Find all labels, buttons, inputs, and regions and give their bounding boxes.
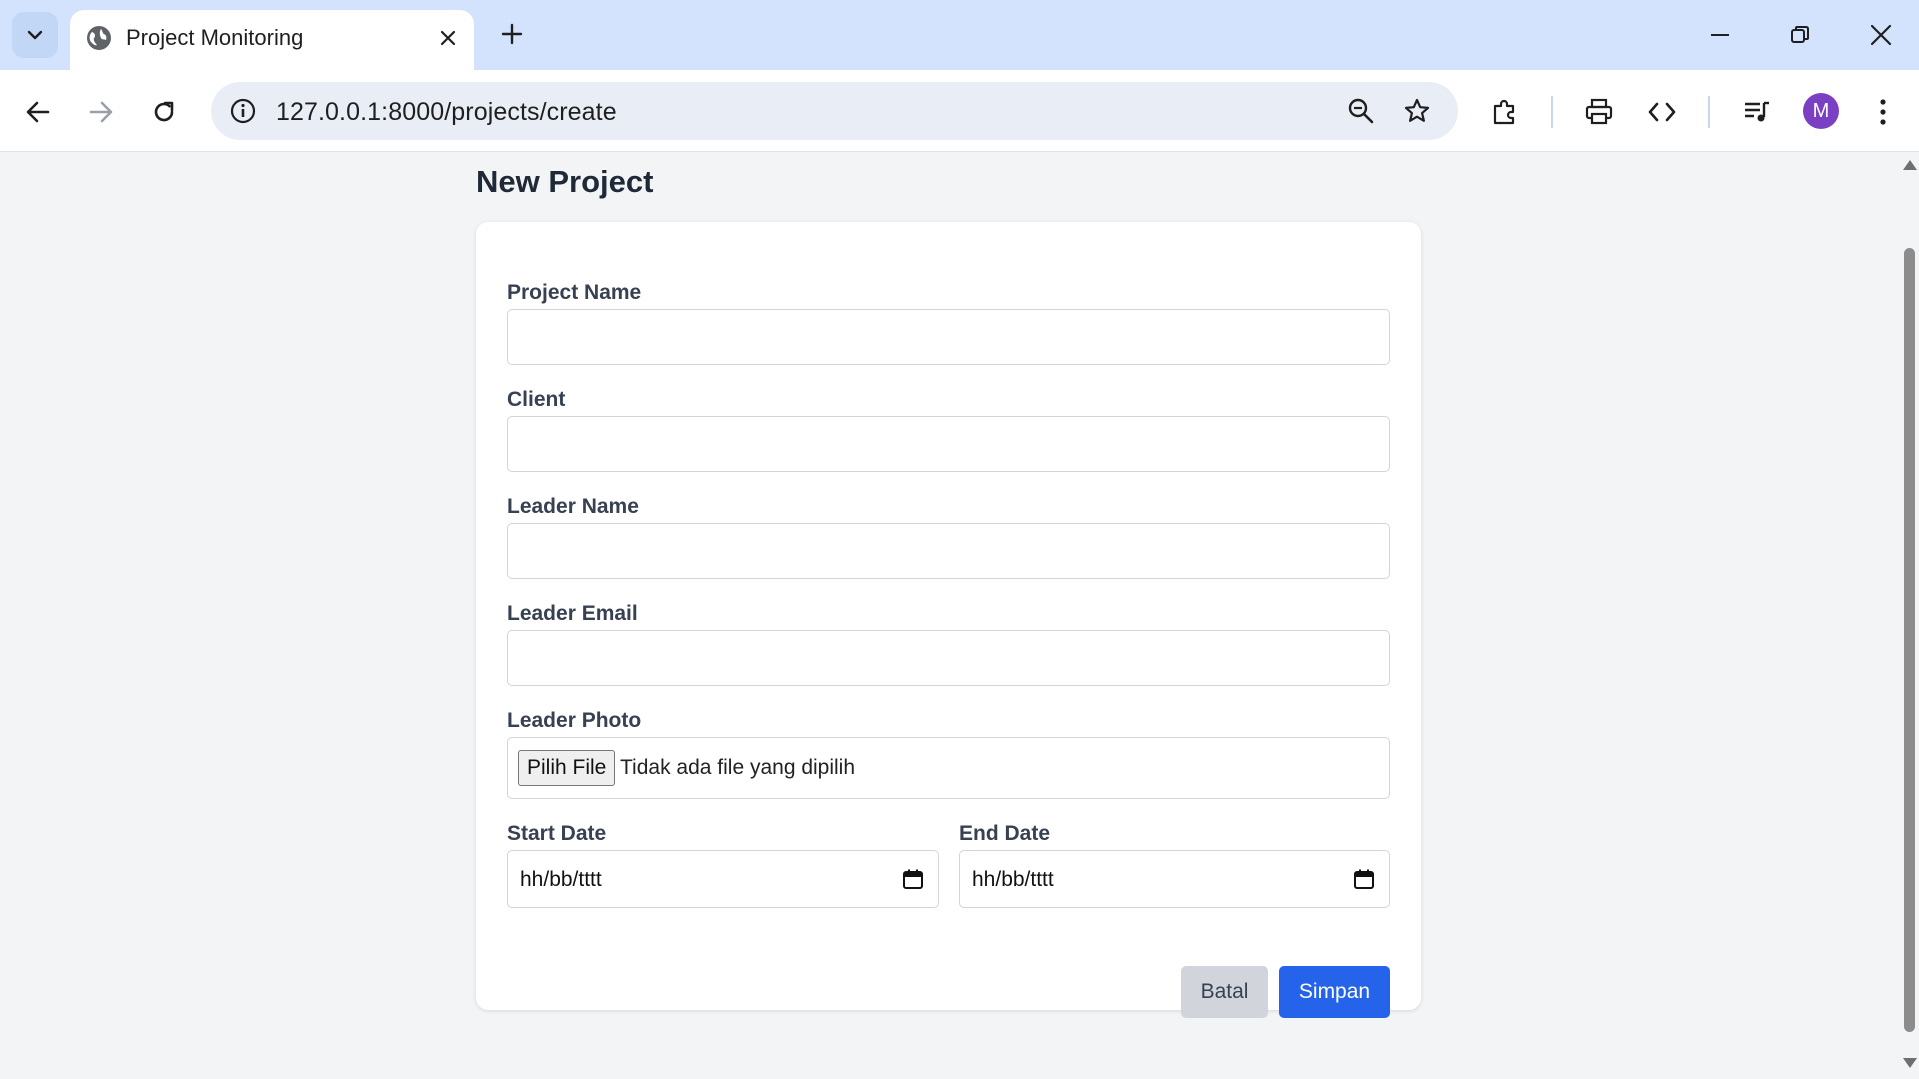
page-viewport: New Project Project Name Client Leader N… bbox=[0, 152, 1900, 1079]
scroll-down-arrow-icon[interactable] bbox=[1903, 1058, 1917, 1068]
save-button[interactable]: Simpan bbox=[1279, 966, 1390, 1018]
project-name-label: Project Name bbox=[507, 281, 642, 304]
chevron-down-icon bbox=[27, 30, 43, 40]
restore-button[interactable] bbox=[1770, 10, 1830, 60]
address-bar[interactable]: 127.0.0.1:8000/projects/create bbox=[211, 82, 1458, 140]
end-date-value: hh/bb/tttt bbox=[972, 868, 1054, 891]
page-title: New Project bbox=[476, 164, 654, 199]
arrow-right-icon bbox=[89, 101, 113, 123]
leader-email-label: Leader Email bbox=[507, 602, 638, 625]
browser-menu-button[interactable] bbox=[1859, 88, 1907, 136]
bookmark-button[interactable] bbox=[1395, 89, 1439, 133]
star-icon bbox=[1404, 98, 1430, 122]
start-date-value: hh/bb/tttt bbox=[520, 868, 602, 891]
zoom-out-icon bbox=[1348, 98, 1374, 124]
leader-email-input[interactable] bbox=[507, 630, 1390, 686]
minimize-button[interactable] bbox=[1690, 10, 1750, 60]
site-info-button[interactable] bbox=[221, 89, 265, 133]
devtools-button[interactable] bbox=[1638, 88, 1686, 136]
tab-search-button[interactable] bbox=[12, 12, 58, 58]
zoom-button[interactable] bbox=[1339, 89, 1383, 133]
calendar-icon[interactable] bbox=[1353, 868, 1375, 890]
project-name-input[interactable] bbox=[507, 309, 1390, 365]
client-input[interactable] bbox=[507, 416, 1390, 472]
start-date-input[interactable]: hh/bb/tttt bbox=[507, 850, 939, 908]
reload-icon bbox=[154, 101, 174, 122]
plus-icon bbox=[501, 23, 523, 45]
active-tab[interactable]: Project Monitoring bbox=[70, 10, 474, 70]
close-window-button[interactable] bbox=[1851, 10, 1911, 60]
arrow-left-icon bbox=[26, 101, 50, 123]
cancel-button[interactable]: Batal bbox=[1181, 966, 1268, 1018]
close-icon bbox=[440, 30, 456, 46]
start-date-label: Start Date bbox=[507, 822, 607, 845]
url-text[interactable]: 127.0.0.1:8000/projects/create bbox=[276, 98, 617, 126]
leader-name-label: Leader Name bbox=[507, 495, 639, 518]
forward-button[interactable] bbox=[77, 88, 125, 136]
toolbar-separator bbox=[1551, 96, 1553, 128]
client-label: Client bbox=[507, 388, 566, 411]
globe-icon bbox=[87, 26, 111, 50]
reload-button[interactable] bbox=[140, 88, 188, 136]
new-tab-button[interactable] bbox=[492, 14, 532, 54]
scroll-up-arrow-icon[interactable] bbox=[1903, 160, 1917, 170]
calendar-icon[interactable] bbox=[902, 868, 924, 890]
minimize-icon bbox=[1711, 34, 1729, 36]
printer-icon bbox=[1585, 98, 1613, 125]
tab-strip: Project Monitoring bbox=[0, 0, 1919, 70]
code-icon bbox=[1648, 102, 1676, 122]
leader-name-input[interactable] bbox=[507, 523, 1390, 579]
choose-file-button[interactable]: Pilih File bbox=[518, 750, 616, 786]
project-form-card: Project Name Client Leader Name Leader E… bbox=[476, 222, 1421, 1018]
playlist-icon bbox=[1745, 101, 1769, 122]
end-date-label: End Date bbox=[959, 822, 1051, 845]
tab-title: Project Monitoring bbox=[126, 25, 304, 50]
media-controls-button[interactable] bbox=[1733, 88, 1781, 136]
restore-icon bbox=[1791, 26, 1809, 43]
info-icon bbox=[230, 98, 256, 124]
page-scrollbar[interactable] bbox=[1900, 152, 1919, 1079]
more-vert-icon bbox=[1880, 99, 1886, 125]
end-date-input[interactable]: hh/bb/tttt bbox=[959, 850, 1390, 908]
close-icon bbox=[1870, 24, 1892, 46]
puzzle-icon bbox=[1493, 99, 1515, 125]
browser-toolbar: 127.0.0.1:8000/projects/create M bbox=[0, 70, 1919, 152]
back-button[interactable] bbox=[14, 88, 62, 136]
file-status-text: Tidak ada file yang dipilih bbox=[620, 756, 856, 779]
extensions-button[interactable] bbox=[1481, 88, 1529, 136]
print-button[interactable] bbox=[1575, 88, 1623, 136]
scroll-thumb[interactable] bbox=[1904, 248, 1915, 1032]
leader-photo-label: Leader Photo bbox=[507, 709, 642, 732]
leader-photo-file-input: Pilih File Tidak ada file yang dipilih bbox=[507, 737, 1390, 799]
profile-avatar[interactable]: M bbox=[1803, 93, 1839, 129]
toolbar-separator bbox=[1708, 96, 1710, 128]
close-tab-button[interactable] bbox=[432, 22, 464, 54]
